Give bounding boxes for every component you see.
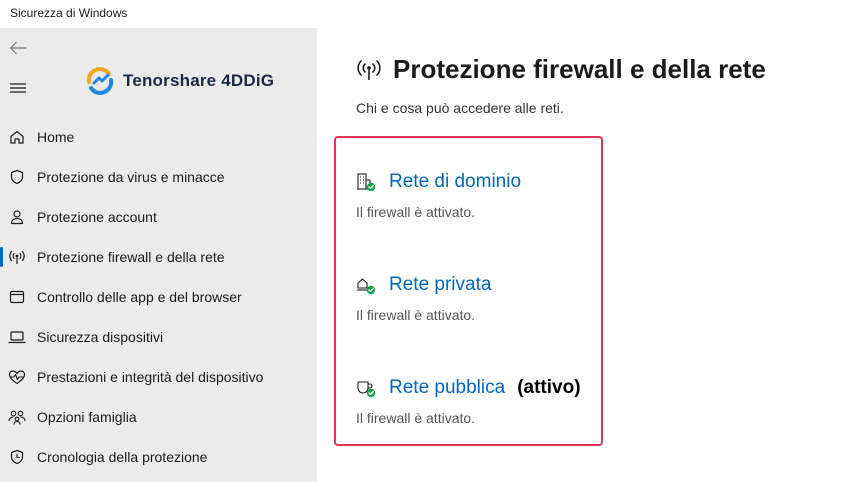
network-domain: Rete di dominio Il firewall è attivato. [356,169,521,220]
public-network-icon [356,378,376,398]
domain-firewall-status: Il firewall è attivato. [356,204,476,220]
private-firewall-status: Il firewall è attivato. [356,307,476,323]
page-header: Protezione firewall e della rete [356,54,766,85]
back-button[interactable] [6,36,30,60]
sidebar-item-home[interactable]: Home [0,117,317,157]
sidebar-item-app-browser-control[interactable]: Controllo delle app e del browser [0,277,317,317]
public-network-link[interactable]: Rete pubblica [389,377,505,399]
sidebar-item-virus-protection[interactable]: Protezione da virus e minacce [0,157,317,197]
sidebar-item-account-protection[interactable]: Protezione account [0,197,317,237]
private-network-link[interactable]: Rete privata [389,274,491,296]
brand-watermark: Tenorshare 4DDiG [85,66,274,96]
family-icon [8,408,26,426]
sidebar-item-device-health[interactable]: Prestazioni e integrità del dispositivo [0,357,317,397]
page-title: Protezione firewall e della rete [393,54,766,84]
heart-pulse-icon [8,368,26,386]
laptop-icon [8,328,26,346]
wireless-icon [356,57,382,83]
sidebar-item-label: Sicurezza dispositivi [37,329,164,345]
network-private: Rete privata Il firewall è attivato. [356,272,491,323]
brand-name: Tenorshare 4DDiG [123,71,275,90]
domain-network-icon [356,172,376,192]
sidebar: Tenorshare 4DDiG Home Protezione da viru… [0,28,317,482]
history-icon [8,448,26,466]
sidebar-item-device-security[interactable]: Sicurezza dispositivi [0,317,317,357]
browser-window-icon [8,288,26,306]
sidebar-item-label: Cronologia della protezione [37,449,208,465]
active-network-label: (attivo) [517,377,581,398]
brand-logo-icon [86,67,114,95]
wireless-icon [8,248,26,266]
title-bar: Sicurezza di Windows [0,0,851,28]
sidebar-item-label: Protezione account [37,209,157,225]
sidebar-item-protection-history[interactable]: Cronologia della protezione [0,437,317,477]
sidebar-item-firewall[interactable]: Protezione firewall e della rete [0,237,317,277]
sidebar-item-label: Prestazioni e integrità del dispositivo [37,369,264,385]
sidebar-item-label: Protezione da virus e minacce [37,169,225,185]
person-icon [8,208,26,226]
sidebar-item-label: Controllo delle app e del browser [37,289,242,305]
shield-icon [8,168,26,186]
hamburger-icon [10,83,26,93]
sidebar-item-label: Home [37,129,75,145]
menu-button[interactable] [6,76,30,100]
main-content: Protezione firewall e della rete Chi e c… [317,28,851,482]
home-icon [8,128,26,146]
sidebar-item-label: Opzioni famiglia [37,409,137,425]
network-public: Rete pubblica (attivo) Il firewall è att… [356,375,581,426]
private-network-icon [356,275,376,295]
domain-network-link[interactable]: Rete di dominio [389,171,521,193]
window-title: Sicurezza di Windows [10,6,128,20]
public-firewall-status: Il firewall è attivato. [356,410,476,426]
page-subtitle: Chi e cosa può accedere alle reti. [356,100,564,116]
sidebar-item-family-options[interactable]: Opzioni famiglia [0,397,317,437]
back-arrow-icon [9,41,27,55]
sidebar-item-label: Protezione firewall e della rete [37,249,225,265]
sidebar-nav: Home Protezione da virus e minacce Prote… [0,117,317,477]
